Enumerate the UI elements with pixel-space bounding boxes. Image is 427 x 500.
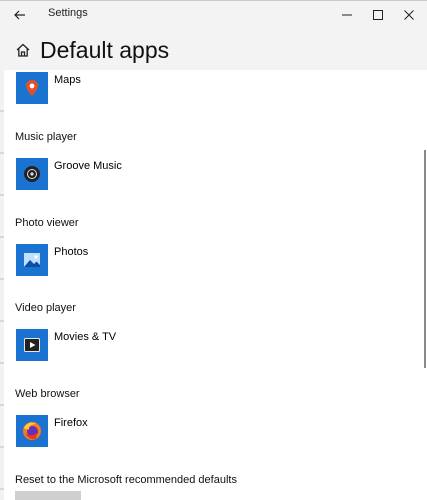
home-icon: [16, 43, 30, 57]
app-tile: [16, 415, 48, 447]
home-button[interactable]: [15, 42, 31, 58]
section-label-video-player: Video player: [15, 302, 76, 314]
maximize-icon: [372, 10, 383, 20]
window-title: Settings: [48, 7, 88, 19]
music-player-app-button[interactable]: Groove Music: [16, 158, 316, 192]
photos-icon: [24, 253, 40, 267]
back-arrow-icon: [14, 10, 25, 20]
default-apps-list: Maps Music player Groove Music Photo vie…: [4, 70, 414, 500]
minimize-button[interactable]: [330, 1, 363, 29]
maps-icon: [26, 80, 38, 96]
close-button[interactable]: [392, 1, 425, 29]
app-tile: [16, 329, 48, 361]
photo-viewer-app-button[interactable]: Photos: [16, 244, 316, 278]
app-name: Groove Music: [54, 160, 122, 172]
video-player-app-button[interactable]: Movies & TV: [16, 329, 316, 363]
close-icon: [403, 10, 414, 20]
movies-tv-icon: [24, 338, 40, 352]
app-name: Firefox: [54, 417, 88, 429]
page-title: Default apps: [40, 37, 170, 63]
minimize-icon: [341, 14, 352, 16]
back-button[interactable]: [10, 5, 30, 25]
app-name: Maps: [54, 74, 81, 86]
app-name: Photos: [54, 246, 89, 258]
firefox-icon: [23, 422, 41, 440]
section-label-web-browser: Web browser: [15, 388, 80, 400]
web-browser-app-button[interactable]: Firefox: [16, 415, 316, 449]
section-label-photo-viewer: Photo viewer: [15, 217, 79, 229]
title-bar: Settings: [0, 0, 427, 29]
reset-button[interactable]: [15, 491, 81, 500]
reset-label: Reset to the Microsoft recommended defau…: [15, 474, 237, 486]
maximize-button[interactable]: [361, 1, 394, 29]
section-label-music-player: Music player: [15, 131, 77, 143]
scrollbar-thumb[interactable]: [424, 150, 426, 368]
app-tile: [16, 244, 48, 276]
page-header: Default apps: [0, 28, 427, 70]
app-tile: [16, 158, 48, 190]
groove-music-icon: [24, 166, 40, 182]
app-name: Movies & TV: [54, 331, 117, 343]
maps-app-button[interactable]: Maps: [16, 72, 316, 106]
app-tile: [16, 72, 48, 104]
